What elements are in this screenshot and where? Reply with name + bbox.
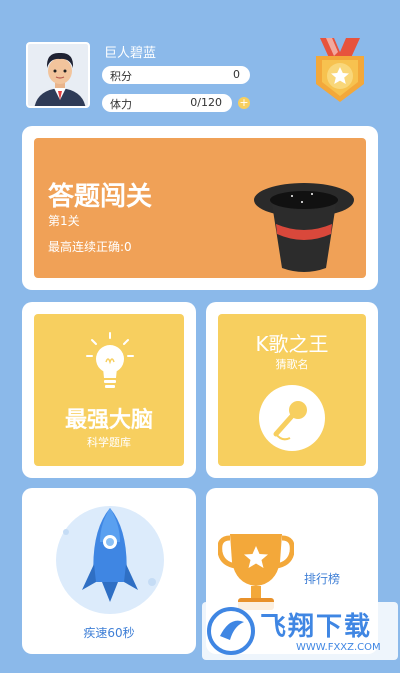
stamina-label: 体力 — [110, 98, 132, 111]
challenge-card[interactable]: 答题闯关 第1关 最高连续正确:0 — [22, 126, 378, 290]
watermark: 飞翔下载 WWW.FXXZ.COM — [202, 602, 398, 660]
watermark-url: WWW.FXXZ.COM — [296, 642, 381, 653]
karaoke-subtitle: 猜歌名 — [275, 358, 309, 371]
player-name: 巨人碧蓝 — [104, 46, 157, 61]
avatar-image — [28, 44, 88, 106]
karaoke-card[interactable]: K歌之王 猜歌名 — [206, 302, 378, 478]
top-hat-icon — [254, 183, 354, 272]
points-label: 积分 — [110, 70, 132, 83]
brain-title: 最强大脑 — [64, 408, 153, 433]
points-value: 0 — [233, 68, 240, 81]
microphone-icon — [259, 385, 325, 451]
points-bar: 积分 0 — [102, 66, 250, 84]
watermark-logo-icon — [207, 607, 255, 655]
brain-subtitle: 科学题库 — [87, 436, 131, 449]
stamina-value: 0/120 — [190, 96, 222, 109]
brain-panel: 最强大脑 科学题库 — [34, 314, 184, 466]
challenge-streak: 最高连续正确:0 — [48, 240, 132, 254]
rocket-icon — [56, 506, 164, 614]
medal-icon[interactable] — [312, 38, 368, 104]
speed-title: 疾速60秒 — [83, 626, 135, 640]
brain-card[interactable]: 最强大脑 科学题库 — [22, 302, 196, 478]
karaoke-panel: K歌之王 猜歌名 — [218, 314, 366, 466]
add-stamina-button[interactable]: + — [238, 97, 250, 109]
ranking-title: 排行榜 — [304, 572, 341, 586]
watermark-text: 飞翔下载 — [260, 612, 373, 642]
avatar[interactable] — [26, 42, 90, 108]
speed-card[interactable]: 疾速60秒 — [22, 488, 196, 654]
karaoke-title: K歌之王 — [255, 332, 329, 356]
challenge-level: 第1关 — [48, 214, 80, 228]
light-bulb-icon — [86, 332, 134, 388]
challenge-panel: 答题闯关 第1关 最高连续正确:0 — [34, 138, 366, 278]
challenge-title: 答题闯关 — [48, 182, 153, 212]
stamina-bar: 体力 0/120 — [102, 94, 232, 112]
